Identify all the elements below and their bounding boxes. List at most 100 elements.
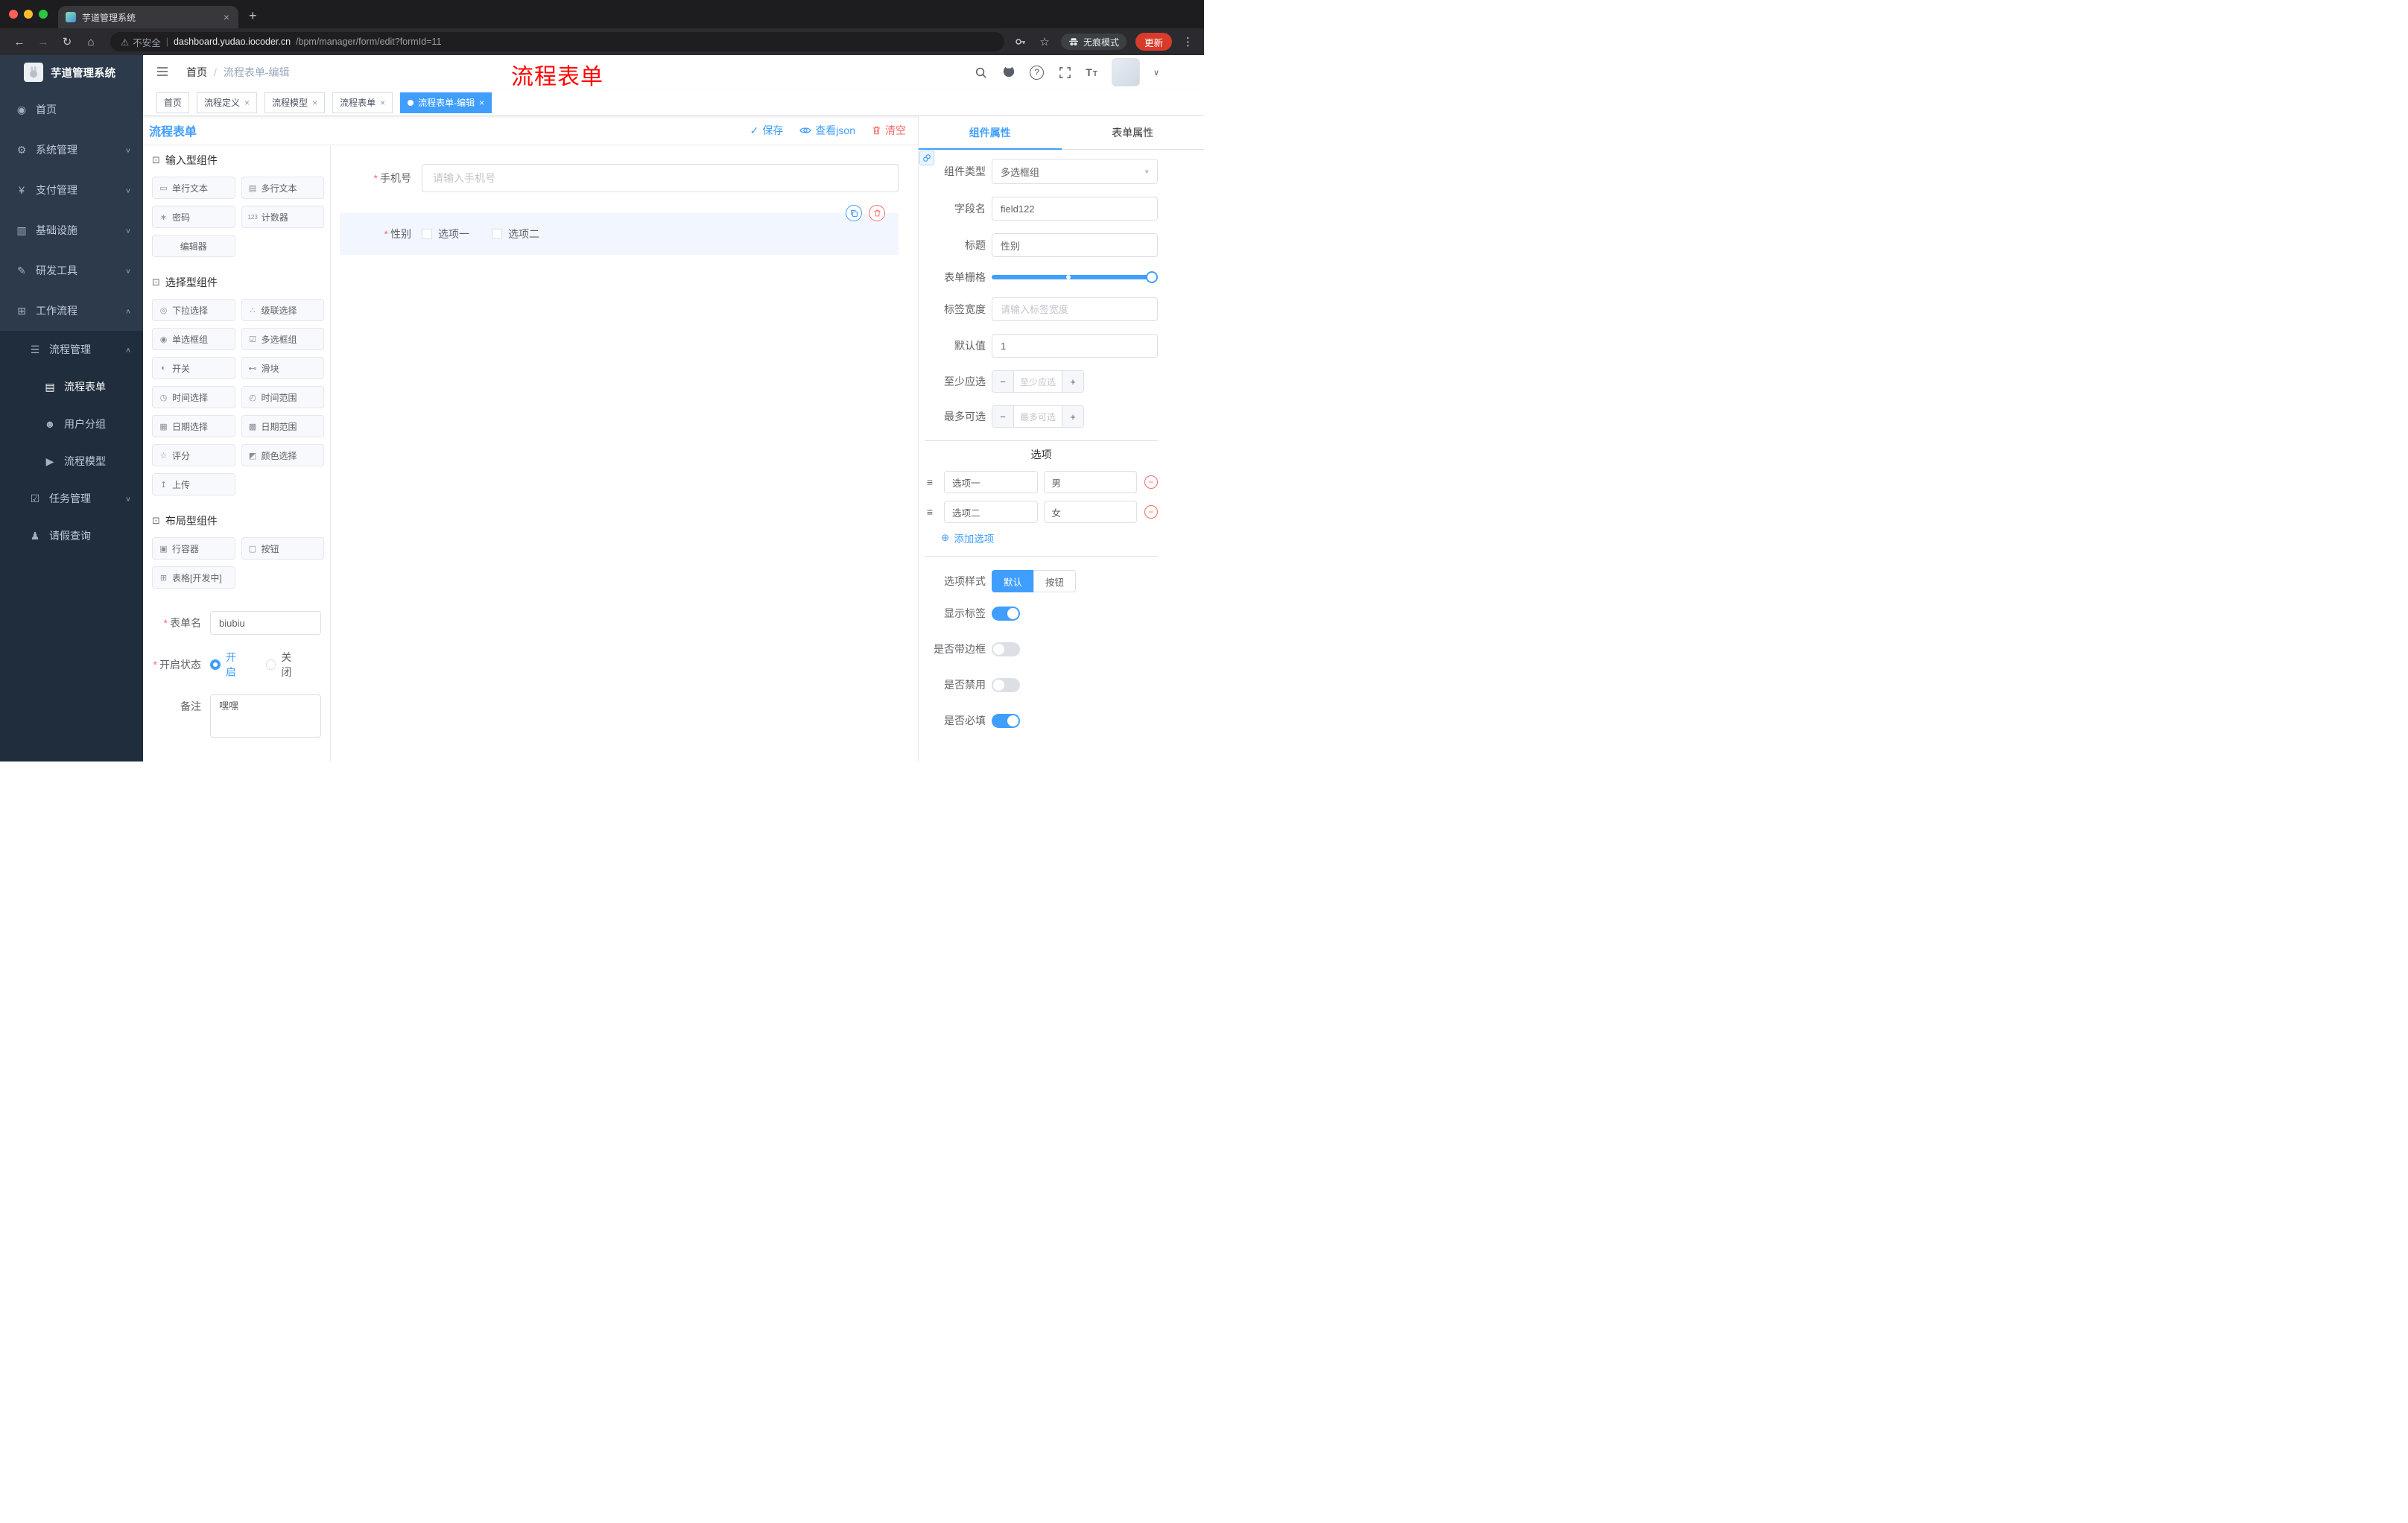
option-value-input[interactable] (1043, 501, 1137, 523)
sidebar-item-home[interactable]: ◉ 首页 (0, 89, 143, 130)
phone-input[interactable] (422, 164, 899, 192)
address-bar[interactable]: ⚠ 不安全 | dashboard.yudao.iocoder.cn/bpm/m… (110, 32, 1004, 51)
palette-item[interactable]: ◉ 单选框组 (152, 328, 235, 350)
disabled-toggle[interactable] (992, 677, 1020, 692)
close-icon[interactable]: × (312, 98, 317, 107)
remove-option-icon[interactable]: − (1144, 505, 1158, 519)
reload-icon[interactable]: ↻ (57, 31, 77, 52)
avatar[interactable] (1111, 58, 1140, 86)
sidebar-item-process-form[interactable]: ▤ 流程表单 (0, 368, 143, 405)
label-width-input[interactable] (992, 297, 1158, 321)
palette-item[interactable]: ◎ 下拉选择 (152, 299, 235, 321)
tag-process-form[interactable]: 流程表单 × (332, 92, 393, 113)
close-icon[interactable]: × (479, 98, 484, 107)
form-name-input[interactable] (210, 611, 321, 635)
palette-item[interactable]: ▣ 行容器 (152, 537, 235, 560)
tag-home[interactable]: 首页 (156, 92, 190, 113)
canvas-field-phone[interactable]: 手机号 (340, 164, 899, 192)
plus-icon[interactable]: + (1062, 371, 1083, 392)
sidebar-item-workflow[interactable]: ⊞ 工作流程 ∧ (0, 291, 143, 331)
drag-handle-icon[interactable]: ≡ (925, 476, 935, 488)
palette-item[interactable]: ◴ 时间范围 (241, 386, 324, 408)
palette-item[interactable]: ↥ 上传 (152, 473, 235, 495)
sidebar-item-infrastructure[interactable]: ▥ 基础设施 ∨ (0, 210, 143, 250)
browser-menu-icon[interactable]: ⋮ (1181, 35, 1195, 48)
font-size-icon[interactable]: TT (1086, 66, 1098, 78)
radio-off[interactable]: 关闭 (265, 650, 302, 680)
github-icon[interactable] (1001, 65, 1016, 80)
breadcrumb-root[interactable]: 首页 (186, 65, 207, 80)
default-value-input[interactable] (992, 334, 1158, 358)
form-canvas[interactable]: 手机号 (331, 145, 918, 762)
update-button[interactable]: 更新 (1135, 33, 1172, 51)
sidebar-item-task-management[interactable]: ☑ 任务管理 ∨ (0, 480, 143, 517)
title-input[interactable] (992, 233, 1158, 257)
radio-on[interactable]: 开启 (210, 650, 247, 680)
minimize-window-button[interactable] (24, 10, 33, 19)
sidebar-item-payment[interactable]: ¥ 支付管理 ∨ (0, 170, 143, 210)
browser-tab[interactable]: 芋道管理系统 × (58, 6, 238, 28)
close-icon[interactable]: × (244, 98, 250, 107)
style-default-button[interactable]: 默认 (992, 570, 1034, 592)
drag-handle-icon[interactable]: ≡ (925, 506, 935, 518)
checkbox-option-1[interactable]: 选项一 (422, 227, 469, 241)
palette-item[interactable]: ◷ 时间选择 (152, 386, 235, 408)
field-name-input[interactable] (992, 197, 1158, 221)
sidebar-item-leave-query[interactable]: ♟ 请假查询 (0, 517, 143, 554)
palette-item[interactable]: ▩ 日期范围 (241, 415, 324, 437)
tag-process-form-edit[interactable]: 流程表单-编辑 × (400, 92, 492, 113)
close-window-button[interactable] (9, 10, 18, 19)
canvas-field-gender-selected[interactable]: 性别 选项一 选项二 (340, 205, 899, 255)
tab-close-icon[interactable]: × (222, 11, 231, 23)
remove-option-icon[interactable]: − (1144, 475, 1158, 489)
forward-icon[interactable]: → (33, 31, 54, 52)
option-label-input[interactable] (944, 501, 1038, 523)
palette-item[interactable]: ☆ 评分 (152, 444, 235, 466)
palette-item[interactable]: ◩ 颜色选择 (241, 444, 324, 466)
hamburger-icon[interactable] (155, 64, 171, 80)
close-icon[interactable]: × (380, 98, 385, 107)
style-button-button[interactable]: 按钮 (1033, 570, 1077, 592)
min-stepper-value[interactable]: 至少应选 (1014, 371, 1062, 392)
view-json-button[interactable]: 查看json (799, 123, 855, 138)
save-button[interactable]: ✓ 保存 (750, 123, 784, 138)
link-icon[interactable] (919, 151, 934, 165)
tab-form-props[interactable]: 表单属性 (1062, 116, 1205, 149)
clear-button[interactable]: 清空 (872, 123, 906, 138)
required-toggle[interactable] (992, 713, 1020, 728)
sidebar-item-user-group[interactable]: ☻ 用户分组 (0, 405, 143, 443)
security-warning[interactable]: ⚠ 不安全 (121, 35, 161, 49)
palette-item[interactable]: ∗ 密码 (152, 206, 235, 228)
help-icon[interactable]: ? (1030, 65, 1045, 80)
palette-item[interactable]: 123 计数器 (241, 206, 324, 228)
new-tab-button[interactable]: + (249, 8, 257, 24)
copy-component-button[interactable] (846, 205, 862, 221)
sidebar-item-process-model[interactable]: ▶ 流程模型 (0, 443, 143, 480)
slider-handle[interactable] (1146, 271, 1158, 283)
palette-item[interactable]: ◐ 开关 (152, 357, 235, 379)
checkbox-option-2[interactable]: 选项二 (492, 227, 539, 241)
fullscreen-icon[interactable] (1057, 65, 1072, 80)
tag-process-definition[interactable]: 流程定义 × (197, 92, 258, 113)
back-icon[interactable]: ← (9, 31, 30, 52)
palette-item[interactable]: ▤ 多行文本 (241, 177, 324, 199)
avatar-caret-icon[interactable]: ∨ (1153, 68, 1159, 77)
palette-item[interactable]: ⊷ 滑块 (241, 357, 324, 379)
tab-component-props[interactable]: 组件属性 (919, 116, 1062, 150)
bookmark-star-icon[interactable]: ☆ (1037, 34, 1052, 49)
option-label-input[interactable] (944, 471, 1038, 493)
sidebar-item-process-management[interactable]: ☰ 流程管理 ∧ (0, 331, 143, 368)
grid-slider[interactable] (992, 271, 1158, 283)
palette-item[interactable]: ☑ 多选框组 (241, 328, 324, 350)
sidebar-item-devtools[interactable]: ✎ 研发工具 ∨ (0, 250, 143, 291)
plus-icon[interactable]: + (1062, 406, 1083, 427)
sidebar-item-system[interactable]: ⚙ 系统管理 ∨ (0, 130, 143, 170)
palette-item[interactable]: ▢ 按钮 (241, 537, 324, 560)
form-remark-textarea[interactable]: 嘿嘿 (210, 694, 321, 738)
max-stepper-value[interactable]: 最多可选 (1014, 406, 1062, 427)
component-type-select[interactable]: 多选框组 ▾ (992, 159, 1158, 184)
add-option-button[interactable]: ⊕ 添加选项 (941, 531, 1158, 545)
delete-component-button[interactable] (869, 205, 885, 221)
show-label-toggle[interactable] (992, 606, 1020, 621)
palette-item[interactable]: 编辑器 (152, 235, 235, 257)
